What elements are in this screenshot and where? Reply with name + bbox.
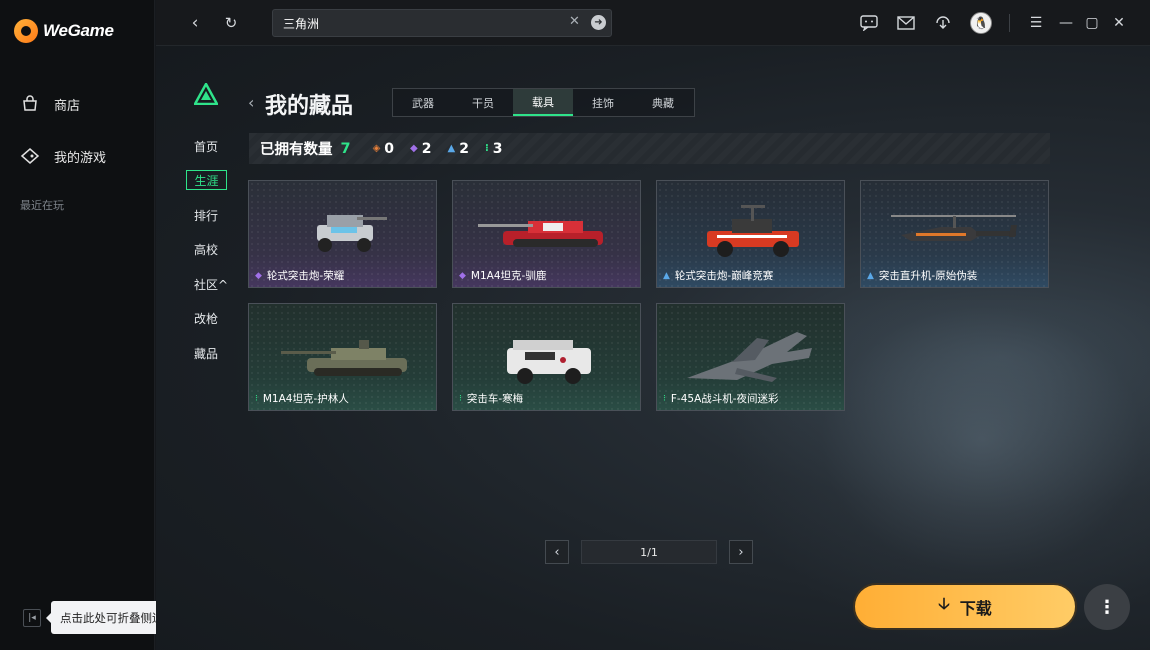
vehicle-card[interactable]: ▲ 突击直升机-原始伪装 — [860, 180, 1049, 288]
search-box[interactable]: ✕ ➜ — [272, 9, 612, 37]
rarity-purple-icon: ◆ — [410, 143, 418, 154]
topbar-divider — [1009, 14, 1010, 32]
vehicle-card[interactable]: ⁝ F-45A战斗机-夜间迷彩 — [656, 303, 845, 411]
shop-icon — [20, 94, 40, 114]
download-arrow-icon: 🡣 — [938, 594, 950, 613]
sidebar-item-shop[interactable]: 商店 — [20, 94, 80, 114]
assault-vehicle-image — [507, 340, 591, 384]
rarity-purple-count: ◆ 2 — [410, 140, 432, 157]
back-icon[interactable]: ‹ — [184, 12, 206, 34]
rarity-orange-icon: ◈ — [372, 143, 381, 154]
game-nav-college[interactable]: 高校 — [194, 241, 218, 258]
top-bar: ‹ ↻ ✕ ➜ 🐧 ☰ — ▢ ✕ — [156, 0, 1150, 46]
vehicle-card[interactable]: ◆ 轮式突击炮-荣耀 — [248, 180, 437, 288]
card-label: ▲ 突击直升机-原始伪装 — [867, 270, 978, 282]
collection-back-icon[interactable]: ‹ — [248, 93, 254, 112]
vehicle-card[interactable]: ⁝ 突击车-寒梅 — [452, 303, 641, 411]
vehicle-card[interactable]: ⁝ M1A4坦克-护林人 — [248, 303, 437, 411]
game-nav-career[interactable]: 生涯 — [186, 170, 227, 190]
collection-tabs: 武器 干员 载具 挂饰 典藏 — [392, 88, 695, 117]
maximize-icon[interactable]: ▢ — [1082, 13, 1102, 33]
rarity-purple-icon: ◆ — [459, 270, 466, 281]
rarity-blue-icon: ▲ — [447, 143, 456, 154]
page-title: 我的藏品 — [265, 94, 354, 119]
download-manager-icon[interactable] — [933, 13, 953, 33]
recent-played-label: 最近在玩 — [20, 199, 64, 212]
card-label: ◆ M1A4坦克-驯鹿 — [459, 270, 547, 282]
rarity-purple-icon: ◆ — [255, 270, 262, 281]
rarity-blue-icon: ▲ — [867, 270, 874, 281]
rarity-green-count: ⁝ 3 — [484, 140, 503, 157]
chat-icon[interactable] — [859, 13, 879, 33]
game-nav-ranking[interactable]: 排行 — [194, 207, 218, 224]
game-logo-icon[interactable] — [192, 81, 220, 106]
card-label: ⁝ M1A4坦克-护林人 — [255, 393, 349, 405]
vehicle-card[interactable]: ◆ M1A4坦克-驯鹿 — [452, 180, 641, 288]
card-label: ◆ 轮式突击炮-荣耀 — [255, 270, 345, 282]
rarity-green-icon: ⁝ — [484, 143, 489, 154]
game-nav-home[interactable]: 首页 — [194, 138, 218, 155]
left-sidebar: WeGame 商店 我的游戏 最近在玩 |◂ — [0, 0, 155, 650]
gamepad-icon — [20, 146, 40, 166]
rarity-green-icon: ⁝ — [255, 393, 258, 404]
owned-count-bar: 已拥有数量 7 ◈ 0 ◆ 2 ▲ 2 ⁝ 3 — [249, 133, 1050, 164]
tab-charms[interactable]: 挂饰 — [573, 89, 633, 116]
sidebar-item-my-games[interactable]: 我的游戏 — [20, 146, 106, 166]
minimize-icon[interactable]: — — [1056, 13, 1076, 33]
tab-collection[interactable]: 典藏 — [633, 89, 693, 116]
refresh-icon[interactable]: ↻ — [220, 12, 242, 34]
m1a4-tank-ranger-image — [281, 340, 407, 376]
next-page-button[interactable]: › — [729, 540, 753, 564]
prev-page-button[interactable]: ‹ — [545, 540, 569, 564]
assault-helicopter-image — [891, 215, 1017, 241]
card-label: ▲ 轮式突击炮-巅峰竞赛 — [663, 270, 774, 282]
tab-operators[interactable]: 干员 — [453, 89, 513, 116]
clear-search-icon[interactable]: ✕ — [569, 14, 580, 29]
close-icon[interactable]: ✕ — [1109, 13, 1129, 33]
wheeled-assault-gun-racing-image — [707, 205, 799, 257]
game-nav-collection[interactable]: 藏品 — [194, 345, 218, 362]
menu-icon[interactable]: ☰ — [1026, 13, 1046, 33]
wheeled-assault-gun-image — [317, 215, 387, 252]
wegame-logo-icon — [14, 19, 38, 43]
card-label: ⁝ 突击车-寒梅 — [459, 393, 524, 405]
vehicle-card[interactable]: ▲ 轮式突击炮-巅峰竞赛 — [656, 180, 845, 288]
owned-label: 已拥有数量 — [260, 142, 333, 158]
page-indicator: 1/1 — [581, 540, 717, 564]
rarity-blue-icon: ▲ — [663, 270, 670, 281]
search-input[interactable] — [283, 14, 553, 32]
owned-total: 7 — [340, 140, 351, 157]
tab-weapons[interactable]: 武器 — [393, 89, 453, 116]
f45a-fighter-image — [687, 332, 812, 382]
rarity-green-icon: ⁝ — [459, 393, 462, 404]
tab-vehicles[interactable]: 载具 — [513, 89, 573, 116]
user-avatar[interactable]: 🐧 — [970, 12, 992, 34]
rarity-green-icon: ⁝ — [663, 393, 666, 404]
m1a4-tank-image — [478, 221, 603, 247]
collapse-sidebar-icon[interactable]: |◂ — [23, 609, 41, 627]
game-nav-community[interactable]: 社区^ — [194, 276, 228, 293]
download-button[interactable]: 🡣 下载 — [853, 583, 1077, 630]
wegame-logo[interactable]: WeGame — [14, 19, 114, 43]
more-options-icon[interactable]: ⋮ — [1084, 584, 1130, 630]
rarity-orange-count: ◈ 0 — [372, 140, 395, 157]
card-label: ⁝ F-45A战斗机-夜间迷彩 — [663, 393, 779, 405]
mail-icon[interactable] — [896, 13, 916, 33]
game-nav-gunsmith[interactable]: 改枪 — [194, 310, 218, 327]
rarity-blue-count: ▲ 2 — [447, 140, 469, 157]
search-go-icon[interactable]: ➜ — [591, 15, 606, 30]
